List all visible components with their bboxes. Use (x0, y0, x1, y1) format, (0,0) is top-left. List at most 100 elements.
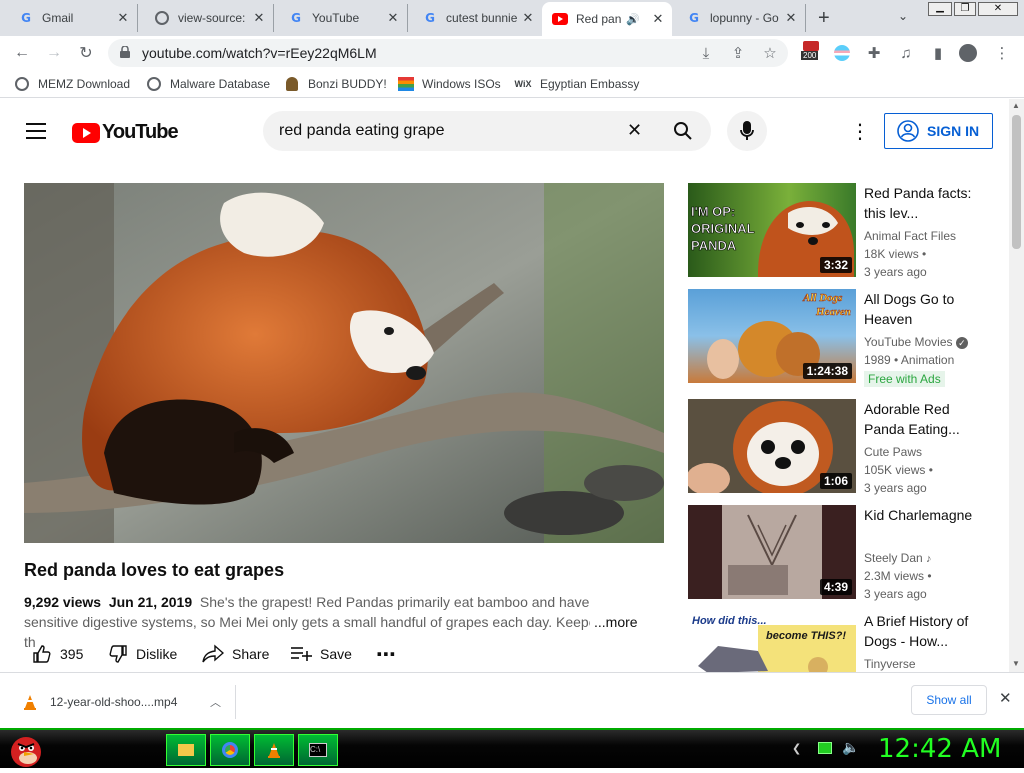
microphone-icon (740, 121, 754, 140)
lock-icon[interactable] (120, 46, 130, 58)
channel-name[interactable]: Steely Dan ♪ (864, 549, 988, 568)
close-shelf-icon[interactable]: ✕ (999, 689, 1012, 707)
show-more-link[interactable]: ...more (590, 612, 638, 632)
tab-search-icon[interactable]: ⌄ (898, 9, 908, 23)
scroll-thumb[interactable] (1012, 115, 1021, 249)
extensions-puzzle-icon[interactable]: ✚ (864, 43, 884, 63)
taskbar-explorer[interactable] (166, 734, 206, 766)
close-tab-icon[interactable]: ✕ (520, 10, 536, 26)
close-tab-icon[interactable]: ✕ (385, 10, 401, 26)
tab-gmail[interactable]: G Gmail ✕ (8, 4, 138, 32)
tray-app-icon[interactable] (818, 742, 832, 754)
view-count: 105K views • (864, 463, 933, 477)
close-window-icon[interactable]: ✕ (978, 2, 1018, 16)
channel-name[interactable]: Tinyverse (864, 655, 988, 672)
close-tab-icon[interactable]: ✕ (650, 11, 666, 27)
restore-icon[interactable]: ❐ (954, 2, 976, 16)
svg-text:Heaven: Heaven (815, 306, 851, 318)
verified-check-icon: ✓ (955, 336, 968, 349)
hamburger-menu-icon[interactable] (26, 123, 46, 139)
youtube-logo[interactable]: YouTube (72, 121, 179, 144)
taskbar-cmd[interactable]: C:\ (298, 734, 338, 766)
tab-youtube[interactable]: G YouTube ✕ (278, 4, 408, 32)
sign-in-button[interactable]: SIGN IN (884, 113, 993, 149)
show-hidden-icons-icon[interactable]: ❮ (792, 742, 801, 755)
channel-name[interactable]: Animal Fact Files (864, 227, 988, 245)
new-tab-icon[interactable]: + (818, 7, 830, 30)
video-thumbnail[interactable]: 4:39 (688, 505, 856, 599)
video-thumbnail[interactable]: All Dogs Heaven 1:24:38 (688, 289, 856, 383)
channel-name[interactable]: YouTube Movies ✓ (864, 333, 988, 351)
tab-red-panda[interactable]: Red pan 🔊 ✕ (542, 2, 672, 36)
install-app-icon[interactable]: ⤓ (696, 43, 716, 63)
recommendation-item[interactable]: I'M OP: ORIGINAL PANDA 3:32 Red Panda fa… (688, 183, 988, 279)
bookmark-bonzi[interactable]: Bonzi BUDDY! (284, 76, 387, 92)
tab-view-source[interactable]: view-source: ✕ (144, 4, 274, 32)
bookmark-egyptian-embassy[interactable]: WiX Egyptian Embassy (514, 76, 640, 92)
start-button[interactable] (6, 730, 46, 768)
bookmark-star-icon[interactable]: ☆ (760, 43, 780, 63)
clear-search-icon[interactable]: ✕ (627, 120, 642, 141)
like-button[interactable]: 395 (32, 640, 83, 668)
settings-dots-icon[interactable]: ⋮ (850, 119, 870, 144)
voice-search-button[interactable] (727, 111, 767, 151)
recommendation-item[interactable]: 4:39 Kid Charlemagne Steely Dan ♪ 2.3M v… (688, 505, 988, 601)
taskbar-chrome[interactable] (210, 734, 250, 766)
share-icon[interactable]: ⇪ (728, 43, 748, 63)
video-thumbnail[interactable]: 1:06 (688, 399, 856, 493)
bookmark-memz[interactable]: MEMZ Download (14, 76, 130, 92)
recommendation-title[interactable]: All Dogs Go to Heaven (864, 289, 974, 329)
recommendation-item[interactable]: How did this... become THIS?! A Brief Hi… (688, 611, 988, 672)
media-control-icon[interactable]: ♫ (896, 43, 916, 63)
bookmark-malware-db[interactable]: Malware Database (146, 76, 270, 92)
bookmarks-bar: MEMZ Download Malware Database Bonzi BUD… (0, 70, 1024, 98)
extension-badge-icon[interactable]: 200 (800, 41, 822, 62)
side-panel-icon[interactable]: ▮ (928, 43, 948, 63)
taskbar-vlc[interactable] (254, 734, 294, 766)
extension-badge-count: 200 (801, 51, 819, 60)
scroll-down-arrow-icon[interactable]: ▼ (1012, 659, 1020, 668)
more-actions-icon[interactable]: ⋯ (376, 640, 396, 668)
video-thumbnail[interactable]: How did this... become THIS?! (688, 611, 856, 672)
menu-dots-icon[interactable]: ⋮ (992, 43, 1012, 63)
forward-arrow-icon[interactable]: → (42, 41, 66, 65)
profile-icon[interactable] (958, 43, 978, 63)
close-tab-icon[interactable]: ✕ (251, 10, 267, 26)
video-thumbnail[interactable]: I'M OP: ORIGINAL PANDA 3:32 (688, 183, 856, 277)
search-input[interactable]: red panda eating grape ✕ (263, 111, 711, 151)
recommendation-title[interactable]: A Brief History of Dogs - How... (864, 611, 974, 651)
share-button[interactable]: Share (202, 640, 269, 668)
tab-strip: G Gmail ✕ view-source: ✕ G YouTube ✕ G c… (0, 0, 1024, 36)
tab-lopunny[interactable]: G lopunny - Go ✕ (676, 4, 806, 32)
recommendation-title[interactable]: Red Panda facts: this lev... (864, 183, 974, 223)
system-clock[interactable]: 12:42 AM (878, 734, 1001, 764)
scroll-up-arrow-icon[interactable]: ▲ (1012, 101, 1020, 110)
recommendation-item[interactable]: 1:06 Adorable Red Panda Eating... Cute P… (688, 399, 988, 495)
recommendation-item[interactable]: All Dogs Heaven 1:24:38 All Dogs Go to H… (688, 289, 988, 387)
dislike-button[interactable]: Dislike (108, 640, 177, 668)
address-bar[interactable]: youtube.com/watch?v=rEey22qM6LM ⤓ ⇪ ☆ (108, 39, 788, 67)
channel-name[interactable]: Cute Paws (864, 443, 988, 461)
bookmark-windows-isos[interactable]: Windows ISOs (398, 76, 501, 92)
flag-extension-icon[interactable] (832, 43, 852, 63)
tab-cutest-bunnies[interactable]: G cutest bunnie ✕ (412, 4, 542, 32)
recommendation-title[interactable]: Kid Charlemagne (864, 505, 974, 525)
back-arrow-icon[interactable]: ← (10, 41, 34, 65)
reload-icon[interactable]: ↻ (74, 41, 98, 65)
close-tab-icon[interactable]: ✕ (783, 10, 799, 26)
close-tab-icon[interactable]: ✕ (115, 10, 131, 26)
download-item[interactable]: 12-year-old-shoo....mp4 ︿ (16, 685, 236, 719)
search-icon[interactable] (673, 121, 693, 141)
video-player[interactable] (24, 183, 664, 543)
speaker-icon[interactable]: 🔊 (626, 13, 640, 26)
show-all-downloads-button[interactable]: Show all (911, 685, 987, 715)
volume-icon[interactable]: 🔈 (842, 739, 859, 756)
minimize-icon[interactable]: ▁ (928, 2, 952, 16)
chevron-up-icon[interactable]: ︿ (210, 694, 221, 710)
command-prompt-icon: C:\ (309, 743, 327, 757)
tab-title: view-source: (178, 11, 246, 25)
page-scrollbar[interactable]: ▲ ▼ (1009, 99, 1024, 672)
upload-date: Jun 21, 2019 (108, 594, 193, 610)
save-button[interactable]: Save (290, 640, 352, 668)
recommendation-title[interactable]: Adorable Red Panda Eating... (864, 399, 974, 439)
